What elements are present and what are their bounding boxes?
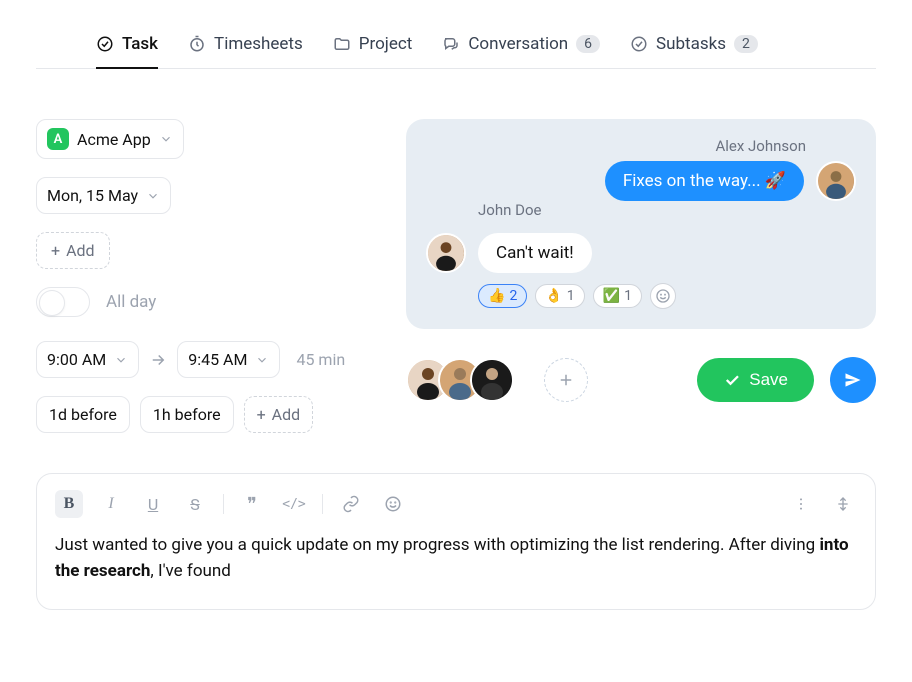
plus-icon [557, 371, 575, 389]
reaction-ok-hand[interactable]: 👌 1 [535, 284, 584, 308]
message-outgoing: Fixes on the way... 🚀 [426, 161, 856, 201]
strikethrough-button[interactable]: S [181, 490, 209, 518]
tab-label: Task [122, 34, 158, 54]
date-selector[interactable]: Mon, 15 May [36, 177, 171, 214]
reaction-count: 1 [624, 288, 632, 304]
tab-label: Conversation [468, 34, 568, 54]
project-badge-icon: A [47, 128, 69, 150]
conversation-panel: Alex Johnson Fixes on the way... 🚀 John … [406, 119, 876, 329]
add-label: Add [66, 241, 94, 260]
tab-label: Project [359, 34, 413, 54]
message-bubble[interactable]: Fixes on the way... 🚀 [605, 161, 804, 201]
add-label: Add [272, 405, 300, 424]
message-incoming: Can't wait! [426, 233, 856, 273]
reactions-row: 👍 2 👌 1 ✅ 1 [478, 283, 856, 309]
send-icon [843, 370, 863, 390]
tab-label: Subtasks [656, 34, 726, 54]
code-button[interactable]: </> [280, 490, 308, 518]
end-time-selector[interactable]: 9:45 AM [177, 341, 280, 378]
date-label: Mon, 15 May [47, 186, 138, 205]
message-sender: Alex Johnson [426, 137, 856, 155]
tab-badge: 6 [576, 35, 600, 53]
emoji-icon: 👌 [545, 288, 562, 304]
tabs-bar: Task Timesheets Project Conversation 6 [36, 16, 876, 69]
editor-toolbar: B I U S ❞ </> [55, 484, 857, 532]
plus-icon: + [257, 405, 266, 424]
tab-badge: 2 [734, 35, 758, 53]
all-day-toggle[interactable] [36, 287, 90, 317]
save-button[interactable]: Save [697, 358, 814, 402]
more-options-button[interactable] [787, 490, 815, 518]
folder-icon [333, 35, 351, 53]
add-reminder-button[interactable]: + Add [244, 396, 314, 433]
end-time: 9:45 AM [188, 350, 247, 369]
duration-text: 45 min [296, 350, 345, 369]
chevron-down-icon [159, 132, 173, 146]
reminder-chip[interactable]: 1h before [140, 396, 234, 433]
reminder-chip[interactable]: 1d before [36, 396, 130, 433]
all-day-label: All day [106, 292, 156, 312]
message-bubble[interactable]: Can't wait! [478, 233, 592, 273]
bold-button[interactable]: B [55, 490, 83, 518]
smile-icon [384, 495, 402, 513]
check-icon [723, 371, 741, 389]
editor-text: , I've found [150, 561, 230, 581]
add-field-button[interactable]: + Add [36, 232, 110, 269]
tab-project[interactable]: Project [333, 26, 413, 68]
divider [223, 494, 224, 514]
participants-avatars [406, 358, 514, 402]
tab-task[interactable]: Task [96, 26, 158, 68]
add-reaction-button[interactable] [650, 283, 676, 309]
emoji-button[interactable] [379, 490, 407, 518]
avatar[interactable] [426, 233, 466, 273]
reaction-count: 2 [509, 288, 517, 304]
editor-text: Just wanted to give you a quick update o… [55, 535, 819, 555]
plus-icon: + [51, 241, 60, 260]
italic-button[interactable]: I [97, 490, 125, 518]
chat-icon [442, 35, 460, 53]
start-time-selector[interactable]: 9:00 AM [36, 341, 139, 378]
dots-vertical-icon [793, 496, 809, 512]
send-button[interactable] [830, 357, 876, 403]
tab-timesheets[interactable]: Timesheets [188, 26, 303, 68]
check-circle-icon [96, 35, 114, 53]
smile-icon [655, 288, 671, 304]
expand-button[interactable] [829, 490, 857, 518]
quote-button[interactable]: ❞ [238, 490, 266, 518]
add-participant-button[interactable] [544, 358, 588, 402]
expand-vertical-icon [835, 496, 851, 512]
message-sender: John Doe [478, 201, 856, 219]
save-label: Save [749, 370, 788, 390]
tab-subtasks[interactable]: Subtasks 2 [630, 26, 758, 68]
tab-label: Timesheets [214, 34, 303, 54]
project-selector[interactable]: A Acme App [36, 119, 184, 159]
chevron-down-icon [255, 353, 269, 367]
text-editor: B I U S ❞ </> Just wan [36, 473, 876, 610]
project-name: Acme App [77, 130, 151, 149]
emoji-icon: 👍 [488, 288, 505, 304]
chevron-down-icon [114, 353, 128, 367]
reaction-thumbs-up[interactable]: 👍 2 [478, 284, 527, 308]
editor-content[interactable]: Just wanted to give you a quick update o… [55, 532, 857, 585]
reaction-check[interactable]: ✅ 1 [593, 284, 642, 308]
link-icon [342, 495, 360, 513]
chevron-down-icon [146, 189, 160, 203]
divider [322, 494, 323, 514]
arrow-right-icon [149, 351, 167, 369]
emoji-icon: ✅ [603, 288, 620, 304]
underline-button[interactable]: U [139, 490, 167, 518]
start-time: 9:00 AM [47, 350, 106, 369]
avatar[interactable] [470, 358, 514, 402]
stopwatch-icon [188, 35, 206, 53]
avatar[interactable] [816, 161, 856, 201]
tab-conversation[interactable]: Conversation 6 [442, 26, 600, 68]
link-button[interactable] [337, 490, 365, 518]
check-circle-icon [630, 35, 648, 53]
reaction-count: 1 [567, 288, 575, 304]
